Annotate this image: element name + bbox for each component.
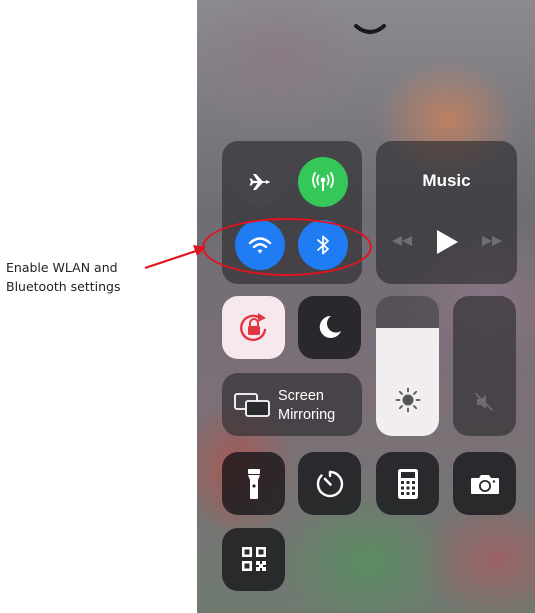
cellular-data-button[interactable] xyxy=(298,157,348,207)
qr-code-icon xyxy=(242,547,266,571)
flashlight-button[interactable] xyxy=(222,452,285,515)
dismiss-chevron-icon[interactable] xyxy=(353,22,387,38)
annotation-line-2: Bluetooth settings xyxy=(6,279,121,294)
music-title: Music xyxy=(422,171,471,190)
moon-icon xyxy=(319,315,341,338)
airplane-icon xyxy=(249,174,270,190)
brightness-slider-fill xyxy=(376,328,439,436)
volume-slider[interactable] xyxy=(453,296,516,436)
screen-mirroring-label: Screen Mirroring xyxy=(278,387,335,425)
timer-button[interactable] xyxy=(298,452,361,515)
play-icon[interactable] xyxy=(435,229,459,255)
airplane-mode-button[interactable] xyxy=(235,157,285,207)
speaker-muted-icon xyxy=(475,393,493,411)
flashlight-icon xyxy=(248,469,260,499)
music-tile[interactable]: Music xyxy=(376,141,517,284)
camera-icon xyxy=(471,475,499,494)
calculator-button[interactable] xyxy=(376,452,439,515)
annotation-highlight-ellipse xyxy=(202,218,372,276)
rotation-lock-icon xyxy=(240,313,267,342)
fast-forward-icon[interactable] xyxy=(480,234,504,248)
annotation-line-1: Enable WLAN and xyxy=(6,260,118,275)
annotation-label: Enable WLAN and Bluetooth settings xyxy=(6,258,156,296)
screen-mirroring-line-1: Screen xyxy=(278,388,324,404)
screen-mirroring-button[interactable]: Screen Mirroring xyxy=(222,373,362,436)
do-not-disturb-button[interactable] xyxy=(298,296,361,359)
qr-code-scanner-button[interactable] xyxy=(222,528,285,591)
screen-mirroring-icon xyxy=(234,393,270,417)
timer-icon xyxy=(316,470,344,498)
control-center-screen: Music Screen Mirroring xyxy=(197,0,535,613)
sun-icon xyxy=(395,387,421,413)
screen-mirroring-line-2: Mirroring xyxy=(278,407,336,423)
camera-button[interactable] xyxy=(453,452,516,515)
cellular-antenna-icon xyxy=(312,172,334,191)
orientation-lock-button[interactable] xyxy=(222,296,285,359)
brightness-slider[interactable] xyxy=(376,296,439,436)
rewind-icon[interactable] xyxy=(390,234,414,248)
calculator-icon xyxy=(398,469,418,499)
